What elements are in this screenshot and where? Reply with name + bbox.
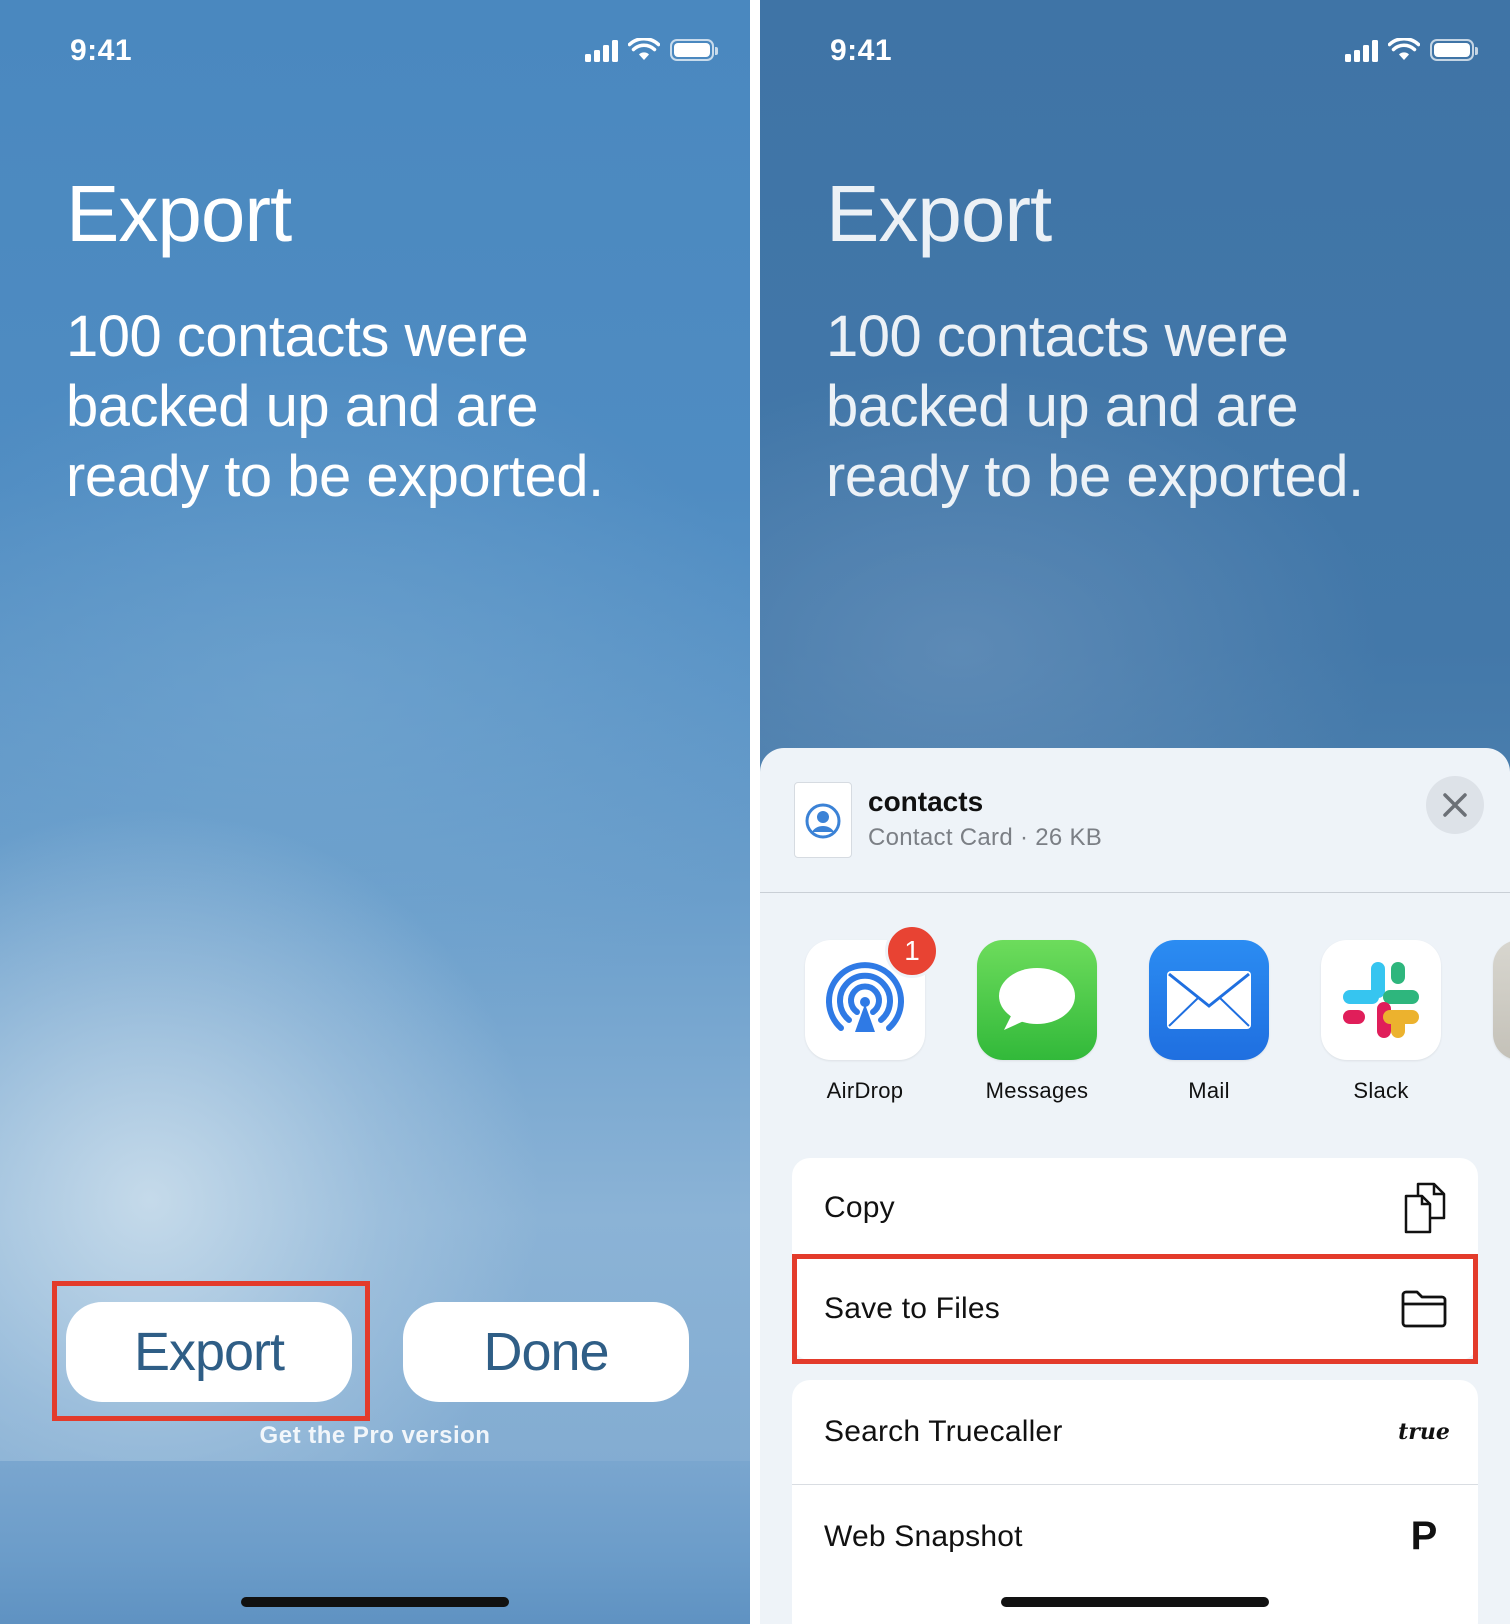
contacts-app-icon: [1493, 940, 1510, 1060]
folder-icon: [1400, 1285, 1448, 1333]
battery-icon: [670, 39, 718, 61]
app-label: Slack: [1353, 1078, 1409, 1103]
share-sheet: contacts Contact Card · 26 KB 1 AirDrop …: [760, 748, 1510, 1624]
copy-icon: [1400, 1182, 1448, 1234]
file-meta: Contact Card · 26 KB: [868, 824, 1103, 851]
messages-icon: [977, 940, 1097, 1060]
mail-icon: [1149, 940, 1269, 1060]
action-group-secondary: Search Truecaller true Web Snapshot P: [792, 1380, 1478, 1624]
cellular-signal-icon: [585, 38, 618, 62]
done-button[interactable]: Done: [403, 1302, 689, 1402]
action-group-primary: Copy Save to Files: [792, 1158, 1478, 1360]
left-screen: 9:41 Export 100 contacts were backed up …: [0, 0, 750, 1624]
share-app-row: 1 AirDrop Messages Mail Slack: [790, 924, 1510, 1110]
status-icons: [1345, 38, 1478, 62]
app-mail[interactable]: Mail: [1134, 940, 1284, 1104]
app-partial[interactable]: Co: [1478, 940, 1510, 1104]
get-pro-link[interactable]: Get the Pro version: [0, 1422, 750, 1450]
app-airdrop[interactable]: 1 AirDrop: [790, 924, 940, 1104]
wifi-icon: [628, 38, 660, 60]
app-label: Co: [1478, 1078, 1510, 1104]
app-slack[interactable]: Slack: [1306, 940, 1456, 1104]
search-truecaller-action[interactable]: Search Truecaller true: [792, 1380, 1478, 1484]
status-time: 9:41: [70, 34, 133, 67]
p-icon: P: [1410, 1514, 1438, 1558]
close-button[interactable]: [1426, 776, 1484, 834]
share-sheet-header: contacts Contact Card · 26 KB: [760, 748, 1510, 893]
truecaller-icon: true: [1398, 1419, 1450, 1445]
cellular-signal-icon: [1345, 38, 1378, 62]
airdrop-badge: 1: [885, 924, 939, 978]
status-time: 9:41: [830, 34, 893, 67]
export-button[interactable]: Export: [66, 1302, 352, 1402]
page-title: Export: [826, 169, 1052, 258]
app-label: AirDrop: [826, 1078, 904, 1103]
web-snapshot-action[interactable]: Web Snapshot P: [792, 1484, 1478, 1588]
right-screen: 9:41 Export 100 contacts were backed up …: [760, 0, 1510, 1624]
app-messages[interactable]: Messages: [962, 940, 1112, 1104]
action-label: Search Truecaller: [824, 1415, 1063, 1448]
save-to-files-action[interactable]: Save to Files: [792, 1258, 1478, 1358]
action-label: Web Snapshot: [824, 1519, 1023, 1553]
page-title: Export: [66, 169, 292, 258]
slack-icon: [1321, 940, 1441, 1060]
contact-card-file-icon: [794, 782, 852, 858]
file-name: contacts: [868, 786, 984, 817]
action-label: Copy: [824, 1191, 895, 1224]
close-icon: [1443, 793, 1467, 817]
status-bar: 9:41: [760, 30, 1510, 74]
status-icons: [585, 38, 718, 62]
copy-action[interactable]: Copy: [792, 1158, 1478, 1258]
export-message: 100 contacts were backed up and are read…: [826, 304, 1364, 509]
status-bar: 9:41: [0, 30, 750, 74]
home-indicator[interactable]: [241, 1597, 509, 1607]
app-label: Messages: [985, 1078, 1089, 1103]
battery-icon: [1430, 39, 1478, 61]
wifi-icon: [1388, 38, 1420, 60]
export-message: 100 contacts were backed up and are read…: [66, 304, 604, 509]
app-label: Mail: [1188, 1078, 1230, 1103]
airdrop-icon: 1: [805, 924, 939, 1060]
home-indicator[interactable]: [1001, 1597, 1269, 1607]
action-label: Save to Files: [824, 1291, 1001, 1325]
